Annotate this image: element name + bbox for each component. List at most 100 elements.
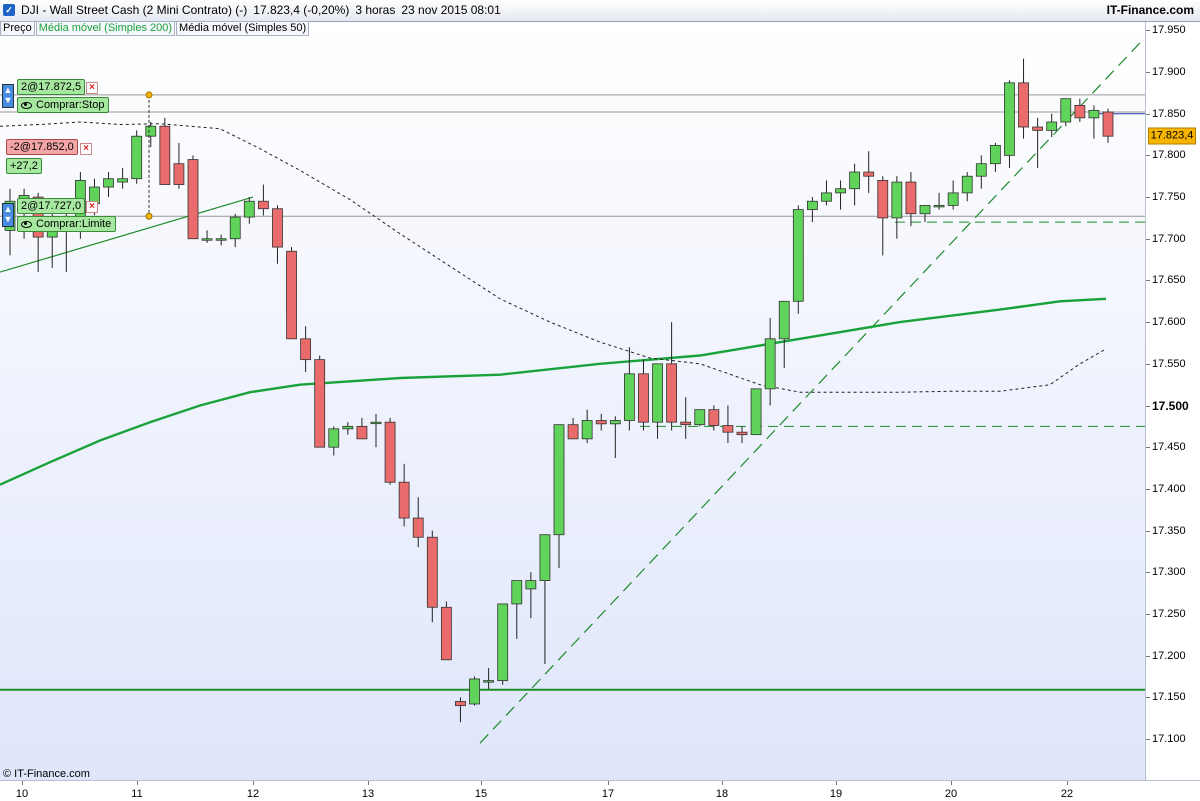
- candle-body-down: [708, 409, 720, 426]
- stop-order-drag-handle[interactable]: ▲ ▼: [2, 84, 14, 108]
- candle[interactable]: [694, 409, 706, 427]
- candle-body-down: [567, 424, 579, 440]
- time-axis[interactable]: 10 11 12 13 15 17 18 19 20 22: [0, 780, 1200, 801]
- candle-body-up: [1046, 121, 1058, 131]
- legend-sma200[interactable]: Média móvel (Simples 200): [35, 21, 176, 36]
- candle[interactable]: [750, 388, 762, 436]
- position-close-icon[interactable]: ×: [80, 143, 92, 155]
- price-tick-mark: [1146, 30, 1150, 32]
- candle-body-down: [455, 701, 466, 707]
- candle-body-up: [117, 178, 129, 183]
- time-tick-mark: [1067, 781, 1068, 785]
- position-label[interactable]: -2@17.852,0: [6, 139, 78, 155]
- candle-body-up: [778, 300, 790, 340]
- stop-order-type[interactable]: Comprar:Stop: [17, 97, 110, 113]
- chart-canvas[interactable]: [0, 22, 1145, 780]
- candle-body-up: [623, 373, 635, 421]
- timeframe-label[interactable]: 3 horas: [355, 3, 395, 17]
- price-tick-label: 17.650: [1152, 274, 1186, 287]
- price-tick-mark: [1146, 280, 1150, 282]
- candle-body-up: [821, 192, 832, 202]
- candle[interactable]: [469, 676, 480, 706]
- limit-order-type-label: Comprar:Limite: [36, 218, 112, 230]
- price-tick-label: 17.750: [1152, 191, 1186, 204]
- price-tick-label: 17.400: [1152, 482, 1186, 495]
- limit-order-type[interactable]: Comprar:Limite: [17, 216, 117, 232]
- stop-order-close-icon[interactable]: ×: [86, 82, 98, 94]
- legend-price[interactable]: Preço: [0, 21, 35, 36]
- price-tick-mark: [1146, 697, 1150, 699]
- candle-body-down: [426, 536, 438, 608]
- brand-label: IT-Finance.com: [1106, 3, 1194, 17]
- price-tick-mark: [1146, 655, 1150, 657]
- candle-body-up: [947, 192, 959, 206]
- price-tick-label: 17.800: [1152, 149, 1186, 162]
- candle-body-down: [680, 421, 692, 426]
- time-tick-label: 22: [1060, 788, 1074, 800]
- time-tick-mark: [253, 781, 254, 785]
- stop-order-label[interactable]: 2@17.872,5: [17, 79, 86, 95]
- candle-body-up: [131, 135, 143, 180]
- candle[interactable]: [159, 117, 171, 185]
- limit-anchor-dot[interactable]: [145, 212, 153, 220]
- candle-body-down: [638, 373, 649, 423]
- price-tick-label: 17.900: [1152, 66, 1186, 78]
- price-chart[interactable]: [0, 22, 1145, 780]
- candle[interactable]: [187, 155, 199, 240]
- price-tick-mark: [1146, 572, 1150, 574]
- candle-body-down: [666, 363, 678, 423]
- candle-body-down: [356, 425, 368, 440]
- candle[interactable]: [1060, 98, 1072, 127]
- candle-body-down: [300, 338, 312, 361]
- legend-sma50[interactable]: Média móvel (Simples 50): [176, 21, 310, 36]
- candle-body-up: [933, 204, 945, 208]
- price-tick-label: 17.700: [1152, 232, 1186, 245]
- time-tick-mark: [481, 781, 482, 785]
- candle-body-up: [483, 680, 495, 683]
- copyright-label: © IT-Finance.com: [3, 768, 90, 780]
- candle[interactable]: [1004, 80, 1015, 168]
- stop-anchor-dot[interactable]: [145, 91, 153, 99]
- candle[interactable]: [131, 130, 143, 184]
- candle-body-up: [891, 181, 903, 219]
- time-tick-mark: [722, 781, 723, 785]
- candle[interactable]: [384, 418, 396, 485]
- price-tick-label: 17.350: [1152, 524, 1186, 537]
- candle-body-down: [905, 181, 917, 215]
- candle-body-down: [187, 159, 199, 240]
- candle[interactable]: [440, 601, 452, 661]
- candle-body-down: [736, 431, 748, 436]
- candle-body-up: [1004, 82, 1015, 156]
- price-tick-label: 17.150: [1152, 691, 1186, 704]
- price-tick-mark: [1146, 113, 1150, 115]
- price-tick-label: 17.100: [1152, 733, 1186, 745]
- price-tick-mark: [1146, 613, 1150, 615]
- candle-body-down: [314, 359, 326, 448]
- candle-body-down: [863, 171, 875, 177]
- candle[interactable]: [286, 247, 297, 340]
- limit-order-drag-handle[interactable]: ▲ ▼: [2, 203, 14, 227]
- price-tick-mark: [1146, 363, 1150, 365]
- time-tick-label: 13: [361, 788, 375, 800]
- candle-body-up: [328, 428, 340, 448]
- limit-order-close-icon[interactable]: ×: [86, 201, 98, 213]
- candle[interactable]: [497, 603, 509, 685]
- candle-body-down: [1032, 126, 1044, 131]
- candle[interactable]: [792, 205, 804, 314]
- price-tick-mark: [1146, 155, 1150, 157]
- time-tick-label: 12: [246, 788, 260, 800]
- price-tick-label: 17.500: [1152, 398, 1189, 413]
- time-tick-mark: [836, 781, 837, 785]
- candle[interactable]: [314, 355, 326, 448]
- candle-body-up: [750, 388, 762, 436]
- limit-order-label[interactable]: 2@17.727,0: [17, 198, 86, 214]
- candle-body-down: [286, 250, 297, 340]
- candle-body-down: [440, 606, 452, 661]
- time-tick-mark: [137, 781, 138, 785]
- candle-body-up: [145, 125, 157, 137]
- time-tick-mark: [951, 781, 952, 785]
- candle-body-up: [694, 409, 706, 426]
- candle-body-up: [961, 175, 973, 194]
- title-bar: ✓ DJI - Wall Street Cash (2 Mini Contrat…: [0, 0, 1200, 22]
- candle-body-down: [173, 163, 185, 185]
